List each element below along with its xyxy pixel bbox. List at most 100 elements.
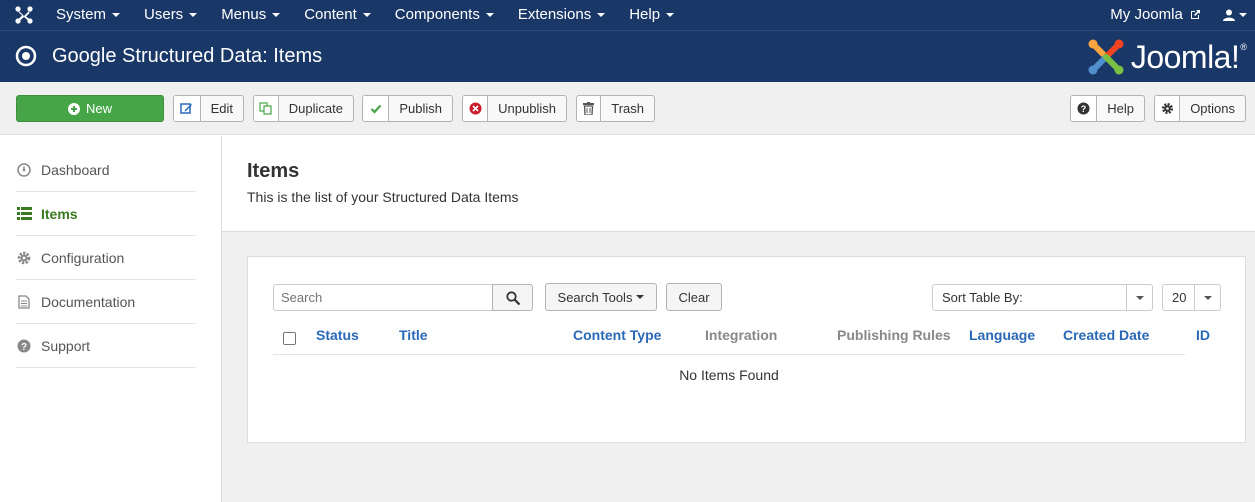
- menu-system-label: System: [56, 6, 107, 23]
- target-circle-icon: [15, 45, 37, 67]
- toolbar: New Edit Duplicate Publish Unpublish Tra…: [0, 82, 1255, 135]
- menu-menus-label: Menus: [221, 6, 267, 23]
- select-all-checkbox[interactable]: [283, 332, 296, 345]
- check-icon: [363, 96, 390, 121]
- user-menu[interactable]: [1215, 0, 1255, 30]
- menu-components[interactable]: Components: [383, 0, 506, 30]
- document-icon: [16, 294, 32, 310]
- menu-components-label: Components: [394, 6, 480, 23]
- registered-mark: ®: [1240, 42, 1247, 52]
- svg-text:?: ?: [21, 342, 27, 353]
- search-tools-button[interactable]: Search Tools: [545, 283, 657, 311]
- nav-right: My Joomla: [1096, 0, 1255, 30]
- publish-button[interactable]: Publish: [362, 95, 453, 122]
- dashboard-icon: [16, 162, 32, 178]
- menu-help[interactable]: Help: [617, 0, 686, 30]
- trash-button[interactable]: Trash: [576, 95, 655, 122]
- column-content-type[interactable]: Content Type: [573, 327, 661, 343]
- sort-select[interactable]: Sort Table By:: [932, 284, 1153, 311]
- joomla-icon[interactable]: [14, 5, 34, 25]
- my-site-label: My Joomla: [1110, 6, 1183, 23]
- copy-icon: [254, 96, 279, 121]
- items-panel: Search Tools Clear Sort Table By: 20 Sta…: [247, 256, 1246, 443]
- column-title[interactable]: Title: [399, 327, 428, 343]
- column-integration: Integration: [705, 327, 778, 343]
- clear-button[interactable]: Clear: [666, 283, 722, 311]
- chevron-down-icon: [189, 13, 198, 18]
- column-language[interactable]: Language: [969, 327, 1035, 343]
- my-site-link[interactable]: My Joomla: [1096, 0, 1215, 30]
- sidebar-item-label: Configuration: [41, 249, 125, 266]
- column-id[interactable]: ID: [1196, 327, 1210, 343]
- column-status[interactable]: Status: [316, 327, 359, 343]
- sidebar-item-dashboard[interactable]: Dashboard: [16, 148, 196, 192]
- gear-icon: [16, 250, 32, 266]
- search-button[interactable]: [492, 284, 533, 311]
- menu-users-label: Users: [144, 6, 184, 23]
- menu-extensions-label: Extensions: [517, 6, 592, 23]
- content-header: Items This is the list of your Structure…: [222, 136, 1255, 232]
- section-description: This is the list of your Structured Data…: [247, 189, 519, 205]
- sidebar-item-label: Documentation: [41, 293, 136, 310]
- sidebar-item-label: Support: [41, 337, 91, 354]
- chevron-down-icon: [597, 13, 606, 18]
- sidebar-item-documentation[interactable]: Documentation: [16, 280, 196, 324]
- search-input[interactable]: [273, 284, 493, 311]
- chevron-down-icon: [1239, 13, 1247, 17]
- clear-label: Clear: [678, 289, 710, 305]
- new-label: New: [85, 101, 112, 116]
- search-icon: [505, 290, 520, 305]
- column-publishing-rules: Publishing Rules: [837, 327, 951, 343]
- empty-message: No Items Found: [679, 367, 779, 383]
- edit-button[interactable]: Edit: [173, 95, 244, 122]
- external-link-icon: [1191, 10, 1200, 19]
- trash-label: Trash: [611, 101, 644, 116]
- svg-text:?: ?: [1081, 104, 1087, 114]
- limit-select[interactable]: 20: [1162, 284, 1221, 311]
- menu-menus[interactable]: Menus: [209, 0, 292, 30]
- duplicate-button[interactable]: Duplicate: [253, 95, 354, 122]
- chevron-down-icon: [666, 13, 675, 18]
- chevron-down-icon: [362, 13, 371, 18]
- help-button[interactable]: ? Help: [1070, 95, 1145, 122]
- joomla-logo-icon: [1088, 39, 1124, 75]
- search-tools-label: Search Tools: [557, 289, 633, 305]
- sidebar-item-configuration[interactable]: Configuration: [16, 236, 196, 280]
- column-created-date[interactable]: Created Date: [1063, 327, 1149, 343]
- chevron-down-icon: [485, 13, 494, 18]
- joomla-brand: Joomla! ®: [1087, 38, 1247, 76]
- duplicate-label: Duplicate: [288, 101, 343, 116]
- sidebar-item-support[interactable]: ? Support: [16, 324, 196, 368]
- publish-label: Publish: [399, 101, 442, 116]
- plus-circle-icon: [67, 102, 80, 115]
- list-icon: [16, 206, 32, 222]
- cancel-circle-icon: [463, 96, 489, 121]
- menu-users[interactable]: Users: [132, 0, 209, 30]
- brand-wordmark: Joomla!: [1130, 39, 1240, 75]
- help-label: Help: [1107, 101, 1134, 116]
- menu-extensions[interactable]: Extensions: [506, 0, 617, 30]
- sidebar: Dashboard Items Configuration Documentat…: [0, 136, 222, 502]
- question-icon: ?: [16, 338, 32, 354]
- trash-icon: [577, 96, 602, 121]
- menu-content[interactable]: Content: [292, 0, 383, 30]
- options-label: Options: [1190, 101, 1235, 116]
- chevron-down-icon: [1126, 285, 1152, 310]
- sort-select-value: Sort Table By:: [942, 290, 1023, 305]
- main-menu: System Users Menus Content Components Ex…: [44, 0, 686, 30]
- chevron-down-icon: [112, 13, 121, 18]
- top-navbar: System Users Menus Content Components Ex…: [0, 0, 1255, 30]
- unpublish-button[interactable]: Unpublish: [462, 95, 567, 122]
- user-icon: [1223, 9, 1235, 21]
- sidebar-item-label: Items: [41, 205, 78, 222]
- limit-select-value: 20: [1172, 290, 1187, 305]
- menu-system[interactable]: System: [44, 0, 132, 30]
- edit-label: Edit: [210, 101, 233, 116]
- chevron-down-icon: [636, 295, 645, 299]
- chevron-down-icon: [1194, 285, 1220, 310]
- options-button[interactable]: Options: [1154, 95, 1246, 122]
- sidebar-item-items[interactable]: Items: [16, 192, 196, 236]
- new-button[interactable]: New: [16, 95, 164, 122]
- page-title: Google Structured Data: Items: [52, 45, 323, 67]
- table-header: Status Title Content Type Integration Pu…: [273, 323, 1210, 355]
